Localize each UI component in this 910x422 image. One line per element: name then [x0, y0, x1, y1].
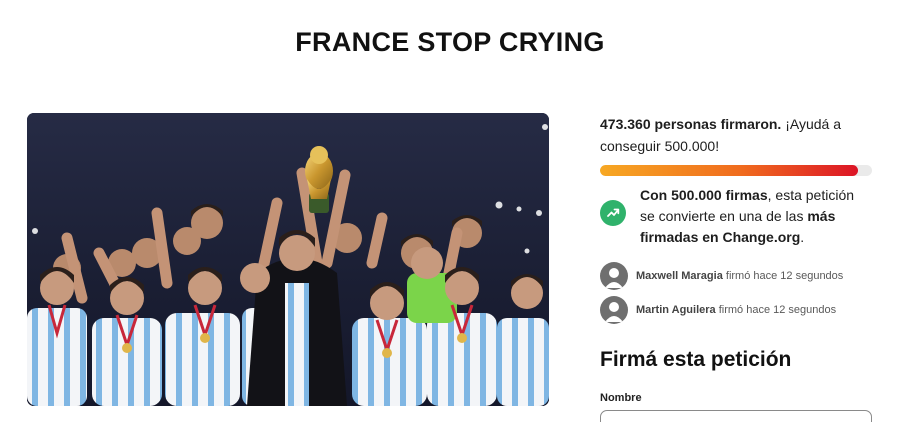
- name-field-label: Nombre: [600, 392, 642, 404]
- milestone-text: Con 500.000 firmas, esta petición se con…: [640, 185, 872, 248]
- milestone-end: .: [800, 229, 805, 245]
- trending-up-icon: [600, 200, 626, 226]
- signature-progress-bar: [600, 165, 872, 176]
- signature-count: 473.360 personas firmaron.: [600, 116, 782, 132]
- recent-signer: Maxwell Maragia firmó hace 12 segundos: [600, 262, 872, 290]
- recent-signer-text: Maxwell Maragia firmó hace 12 segundos: [636, 270, 843, 282]
- milestone-goal: Con 500.000 firmas: [640, 187, 768, 203]
- signer-name: Maxwell Maragia: [636, 270, 723, 282]
- name-input[interactable]: [600, 410, 872, 422]
- signer-time: firmó hace 12 segundos: [722, 270, 844, 282]
- signature-progress-fill: [600, 165, 858, 176]
- petition-sidebar: 473.360 personas firmaron. ¡Ayudá a cons…: [600, 113, 872, 324]
- recent-signer: Martin Aguilera firmó hace 12 segundos: [600, 296, 872, 324]
- recent-signer-text: Martin Aguilera firmó hace 12 segundos: [636, 304, 836, 316]
- sign-form-heading: Firmá esta petición: [600, 348, 792, 371]
- user-avatar-icon: [600, 262, 628, 290]
- petition-title: FRANCE STOP CRYING: [295, 27, 605, 57]
- signer-name: Martin Aguilera: [636, 304, 716, 316]
- petition-page: FRANCE STOP CRYING 473.360 personas firm…: [0, 0, 910, 422]
- petition-image: [27, 113, 549, 406]
- milestone-notice: Con 500.000 firmas, esta petición se con…: [600, 185, 872, 248]
- signature-count-text: 473.360 personas firmaron. ¡Ayudá a cons…: [600, 113, 872, 157]
- signer-time: firmó hace 12 segundos: [715, 304, 837, 316]
- user-avatar-icon: [600, 296, 628, 324]
